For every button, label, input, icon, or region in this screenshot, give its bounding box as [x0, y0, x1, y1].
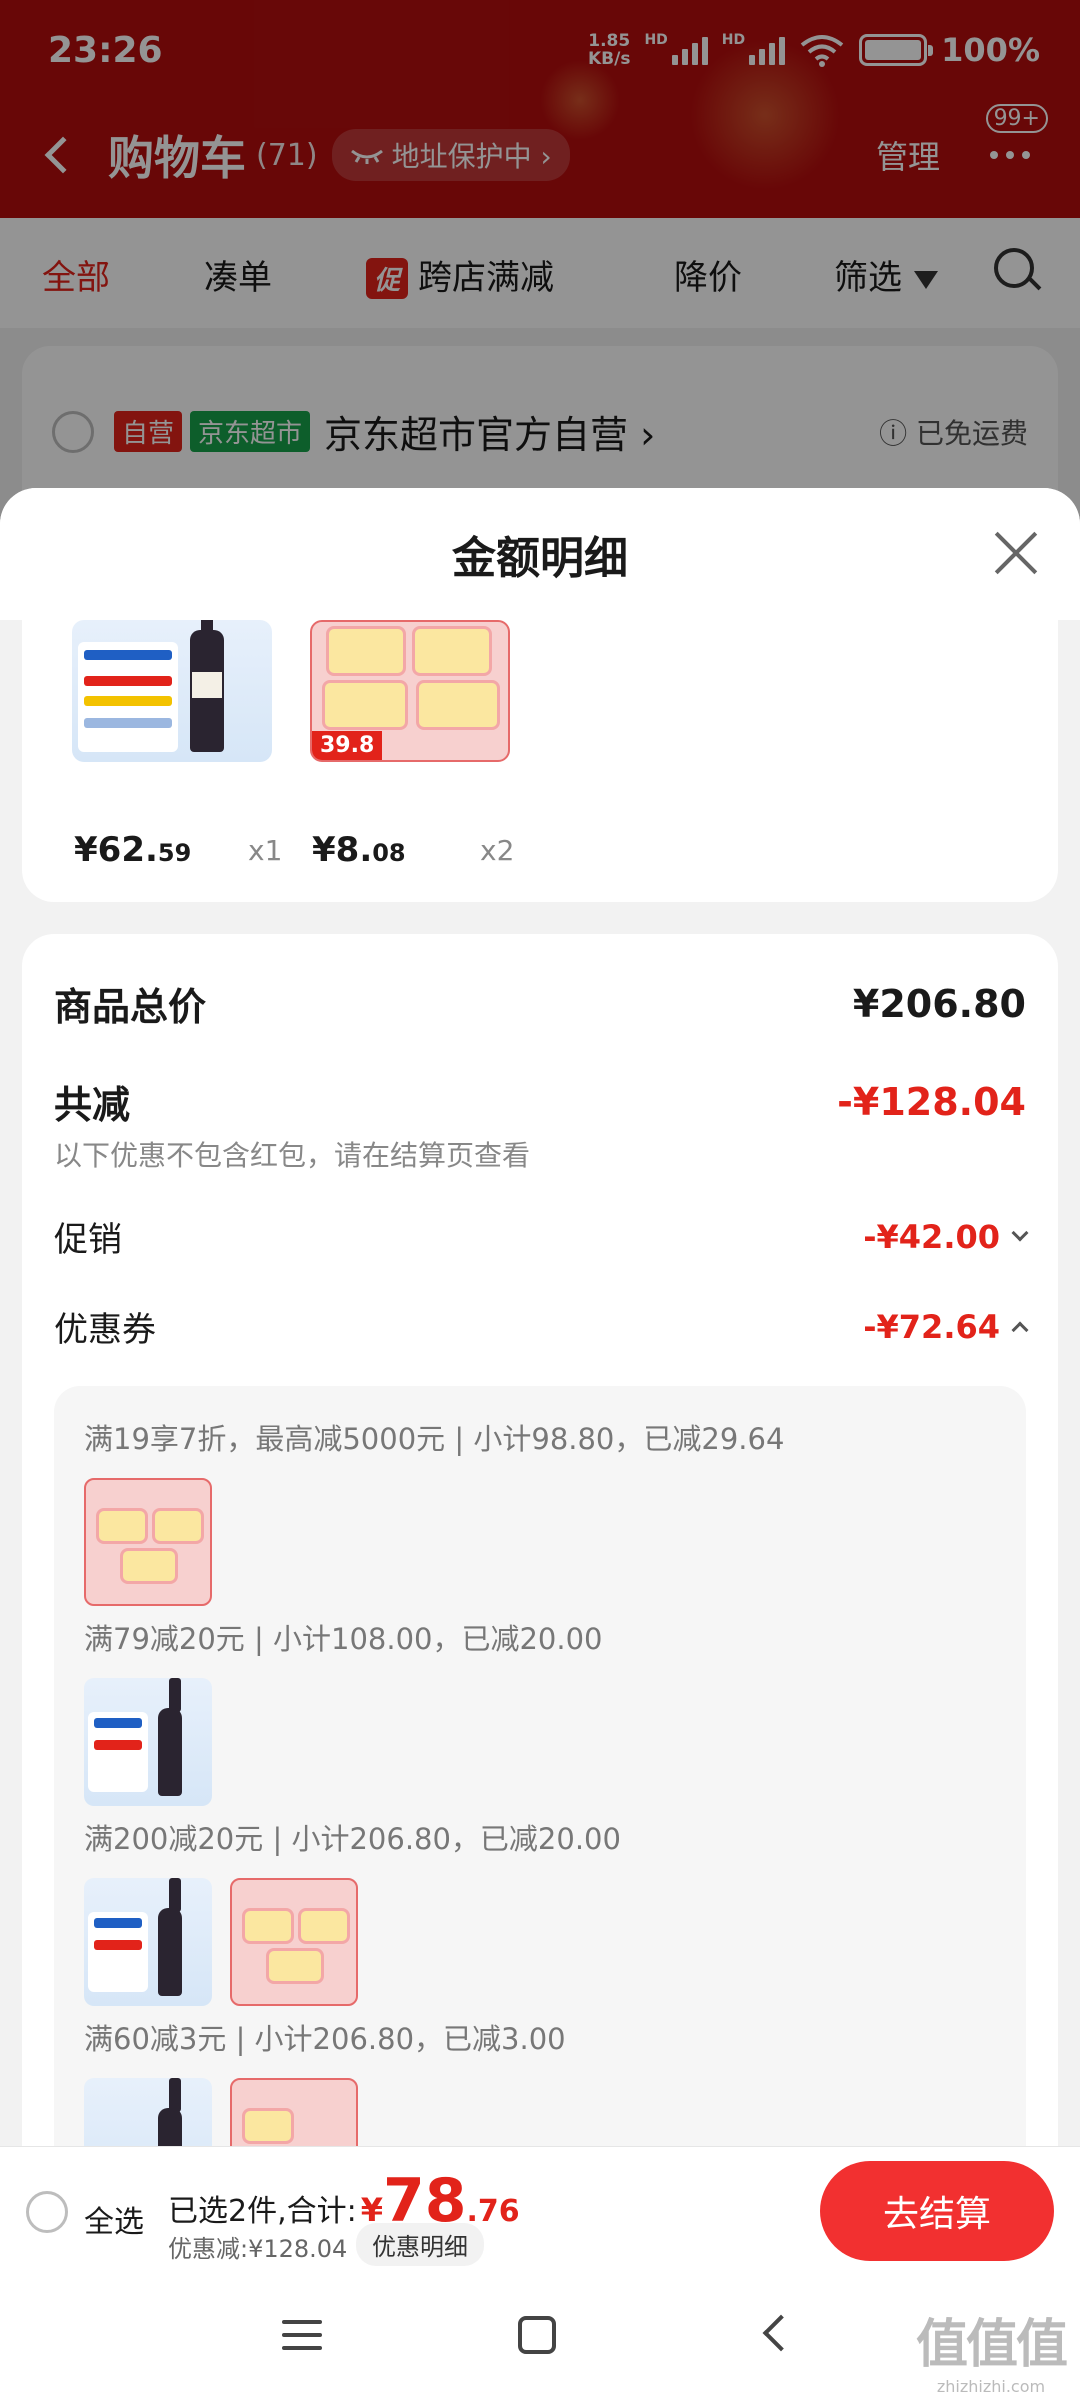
close-icon[interactable]	[992, 530, 1038, 576]
menu-icon[interactable]	[282, 2320, 322, 2359]
checkout-bar: 全选 已选2件,合计: ¥ 78 .76 优惠减:¥128.04 优惠明细 去结…	[0, 2146, 1080, 2276]
home-icon[interactable]	[518, 2316, 556, 2354]
total-row: 商品总价 ¥206.80	[54, 981, 1026, 1030]
reduce-value: -¥128.04	[837, 1079, 1026, 1124]
price-breakdown: 商品总价 ¥206.80 共减 -¥128.04 以下优惠不包含红包，请在结算页…	[22, 934, 1058, 2276]
sheet-header: 金额明细	[0, 488, 1080, 620]
discount-detail-button[interactable]: 优惠明细	[356, 2223, 484, 2266]
sheet-title: 金额明细	[452, 533, 628, 584]
product-thumbnail-tissue[interactable]: 39.8	[310, 620, 510, 762]
product-price: ¥8.08	[312, 830, 406, 870]
product-price: ¥62.59	[74, 830, 192, 870]
product-quantity: x1	[248, 834, 283, 867]
select-all-label[interactable]: 全选	[84, 2197, 144, 2241]
product-price-tag: 39.8	[312, 731, 383, 760]
reduce-note: 以下优惠不包含红包，请在结算页查看	[54, 1139, 531, 1172]
coupon-product-thumbnail	[84, 1878, 212, 2006]
checkout-button[interactable]: 去结算	[820, 2161, 1054, 2261]
coupon-rule: 满19享7折，最高减5000元 | 小计98.80，已减29.64	[84, 1422, 785, 1456]
promo-value: -¥42.00	[863, 1217, 1000, 1256]
coupon-value: -¥72.64	[863, 1307, 1000, 1346]
coupon-product-thumbnail	[84, 1678, 212, 1806]
total-amount: 78	[383, 2166, 467, 2236]
discount-text: 优惠减:¥128.04	[168, 2235, 348, 2263]
product-list: 39.8 ¥62.59 x1 ¥8.08 x2	[22, 620, 1058, 902]
coupon-row[interactable]: 优惠券 -¥72.64	[54, 1302, 1029, 1351]
selected-summary: 已选2件,合计: ¥ 78 .76	[168, 2166, 520, 2236]
coupon-rule: 满79减20元 | 小计108.00，已减20.00	[84, 1622, 603, 1656]
reduce-row: 共减 -¥128.04	[54, 1079, 1026, 1128]
coupon-rule: 满200减20元 | 小计206.80，已减20.00	[84, 1822, 621, 1856]
total-value: ¥206.80	[852, 981, 1026, 1026]
coupon-product-thumbnail	[230, 1878, 358, 2006]
back-nav-icon[interactable]	[762, 2314, 800, 2352]
system-nav-bar: 值值值 zhizhizhi.com	[0, 2276, 1080, 2400]
watermark: 值值值 zhizhizhi.com	[915, 2315, 1068, 2396]
chevron-down-icon	[1011, 1224, 1029, 1241]
promo-row[interactable]: 促销 -¥42.00	[54, 1212, 1029, 1261]
select-all-checkbox[interactable]	[26, 2191, 68, 2233]
chevron-up-icon	[1011, 1321, 1029, 1338]
coupon-product-thumbnail	[84, 1478, 212, 1606]
product-thumbnail-wine[interactable]	[72, 620, 272, 762]
coupon-detail-box: 满19享7折，最高减5000元 | 小计98.80，已减29.64 满79减20…	[54, 1386, 1026, 2276]
amount-detail-sheet: 金额明细 39.8 ¥62.59 x1 ¥8.08 x2 商品总价 ¥206.8…	[0, 488, 1080, 2276]
product-quantity: x2	[480, 834, 515, 867]
coupon-rule: 满60减3元 | 小计206.80，已减3.00	[84, 2022, 566, 2056]
